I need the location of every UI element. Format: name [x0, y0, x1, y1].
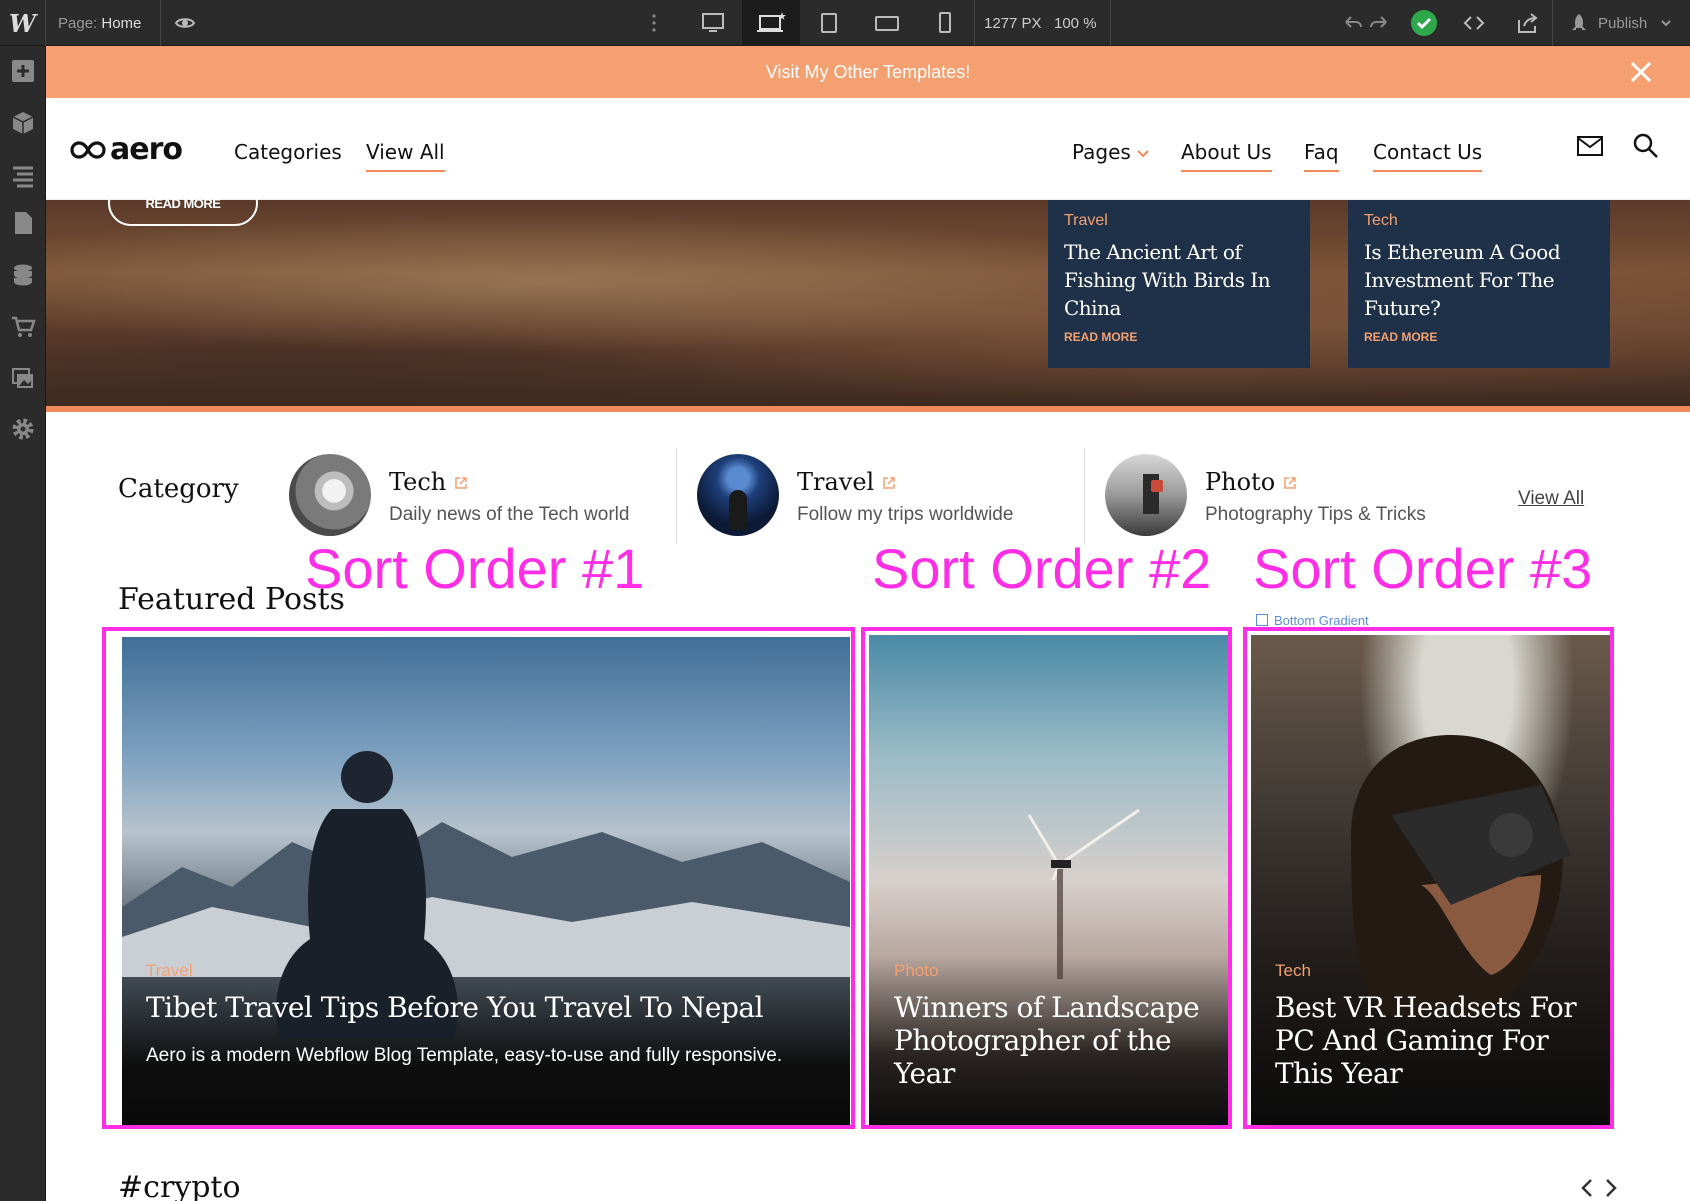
- category-name[interactable]: Photo: [1205, 468, 1297, 496]
- hero-read-more-button[interactable]: READ MORE: [108, 180, 258, 226]
- settings-gear-icon[interactable]: [10, 416, 36, 442]
- infinity-logo-icon: [70, 140, 106, 159]
- undo-icon[interactable]: [1342, 12, 1364, 34]
- category-divider: [676, 448, 677, 544]
- landscape-breakpoint-icon[interactable]: [858, 0, 916, 46]
- post-category[interactable]: Travel: [1064, 212, 1294, 230]
- read-more-link[interactable]: READ MORE: [1064, 330, 1294, 344]
- promo-banner[interactable]: Visit My Other Templates!: [46, 46, 1690, 98]
- toolbar-divider: [160, 0, 161, 46]
- navigator-icon[interactable]: [10, 162, 36, 188]
- page-label: Page:: [58, 15, 98, 32]
- share-icon[interactable]: [1516, 12, 1538, 34]
- hero-post-card[interactable]: Travel The Ancient Art of Fishing With B…: [1048, 200, 1310, 368]
- toolbar-divider: [1552, 0, 1553, 46]
- section-heading: #crypto: [118, 1170, 241, 1201]
- site-logo[interactable]: aero: [70, 132, 183, 167]
- hero-accent-bar: [46, 406, 1690, 412]
- pages-icon[interactable]: [10, 210, 36, 236]
- add-elements-icon[interactable]: [10, 58, 36, 84]
- search-icon[interactable]: [1632, 132, 1660, 160]
- symbols-cube-icon[interactable]: [10, 110, 36, 136]
- hero-section: READ MORE Travel The Ancient Art of Fish…: [46, 180, 1690, 406]
- close-icon[interactable]: [1628, 59, 1654, 85]
- nav-about-us[interactable]: About Us: [1181, 140, 1272, 172]
- chevron-down-icon[interactable]: [1660, 17, 1672, 29]
- sort-selection-outline: [102, 627, 855, 1129]
- assets-images-icon[interactable]: [10, 366, 36, 392]
- external-link-icon: [455, 477, 467, 489]
- mail-icon[interactable]: [1576, 134, 1604, 158]
- designer-toolbar: W Page: Home 1277 PX 100 % Publish: [0, 0, 1690, 46]
- nav-view-all[interactable]: View All: [366, 140, 445, 172]
- logo-text: aero: [110, 132, 183, 167]
- view-all-categories-link[interactable]: View All: [1518, 488, 1584, 510]
- saved-status-icon: [1411, 10, 1437, 36]
- category-heading: Category: [118, 474, 239, 504]
- category-name[interactable]: Travel: [797, 468, 896, 496]
- category-item-photo[interactable]: Photo Photography Tips & Tricks: [1105, 454, 1485, 544]
- nav-pages-dropdown[interactable]: Pages: [1072, 140, 1149, 164]
- element-selection-label: Bottom Gradient: [1256, 613, 1369, 628]
- category-image-tech[interactable]: [289, 454, 371, 536]
- designer-left-panel: [0, 46, 46, 1201]
- post-category[interactable]: Tech: [1364, 212, 1594, 230]
- sort-order-annotation: Sort Order #3: [1253, 537, 1593, 600]
- sort-order-annotation: Sort Order #2: [872, 537, 1212, 600]
- zoom-level[interactable]: 100 %: [1054, 15, 1097, 32]
- mobile-breakpoint-icon[interactable]: [916, 0, 974, 46]
- category-name-text: Photo: [1205, 468, 1276, 496]
- design-canvas: Visit My Other Templates! aero Categorie…: [46, 46, 1690, 1201]
- publish-rocket-icon[interactable]: [1568, 12, 1590, 34]
- post-title[interactable]: Is Ethereum A Good Investment For The Fu…: [1364, 238, 1594, 322]
- more-options-icon[interactable]: [643, 12, 665, 34]
- base-breakpoint-icon[interactable]: [742, 0, 800, 46]
- nav-contact-us[interactable]: Contact Us: [1373, 140, 1483, 172]
- toolbar-divider: [1110, 0, 1111, 46]
- site-navbar: aero Categories View All Pages About Us …: [46, 98, 1690, 200]
- cms-database-icon[interactable]: [10, 262, 36, 288]
- sort-selection-outline: [861, 627, 1232, 1129]
- external-link-icon: [1284, 477, 1296, 489]
- carousel-arrows-icon[interactable]: [1579, 1176, 1619, 1200]
- category-name[interactable]: Tech: [389, 468, 468, 496]
- category-desc: Photography Tips & Tricks: [1205, 504, 1426, 525]
- code-export-icon[interactable]: [1463, 12, 1485, 34]
- category-desc: Daily news of the Tech world: [389, 504, 630, 525]
- category-divider: [1084, 448, 1085, 544]
- category-name-text: Tech: [389, 468, 447, 496]
- chevron-down-icon: [1137, 150, 1149, 158]
- category-item-travel[interactable]: Travel Follow my trips worldwide: [697, 454, 1077, 544]
- sort-order-annotation: Sort Order #1: [305, 537, 645, 600]
- publish-button[interactable]: Publish: [1598, 15, 1647, 32]
- read-more-link[interactable]: READ MORE: [1364, 330, 1594, 344]
- sort-selection-outline: [1243, 627, 1614, 1129]
- webflow-logo[interactable]: W: [0, 0, 46, 46]
- category-image-photo[interactable]: [1105, 454, 1187, 536]
- page-selector[interactable]: Page: Home: [58, 15, 141, 32]
- tablet-breakpoint-icon[interactable]: [800, 0, 858, 46]
- category-name-text: Travel: [797, 468, 875, 496]
- category-image-travel[interactable]: [697, 454, 779, 536]
- canvas-width: 1277 PX: [984, 15, 1042, 32]
- nav-faq[interactable]: Faq: [1304, 140, 1339, 172]
- category-desc: Follow my trips worldwide: [797, 504, 1014, 525]
- preview-eye-icon[interactable]: [174, 12, 196, 34]
- desktop-breakpoint-icon[interactable]: [684, 0, 742, 46]
- category-item-tech[interactable]: Tech Daily news of the Tech world: [289, 454, 669, 544]
- ecommerce-cart-icon[interactable]: [10, 314, 36, 340]
- redo-icon[interactable]: [1368, 12, 1390, 34]
- banner-text[interactable]: Visit My Other Templates!: [766, 62, 970, 83]
- toolbar-divider: [974, 0, 975, 46]
- hero-post-card[interactable]: Tech Is Ethereum A Good Investment For T…: [1348, 200, 1610, 368]
- external-link-icon: [883, 477, 895, 489]
- post-title[interactable]: The Ancient Art of Fishing With Birds In…: [1064, 238, 1294, 322]
- nav-pages-label: Pages: [1072, 140, 1131, 164]
- nav-categories[interactable]: Categories: [234, 140, 342, 164]
- page-name: Home: [101, 15, 142, 32]
